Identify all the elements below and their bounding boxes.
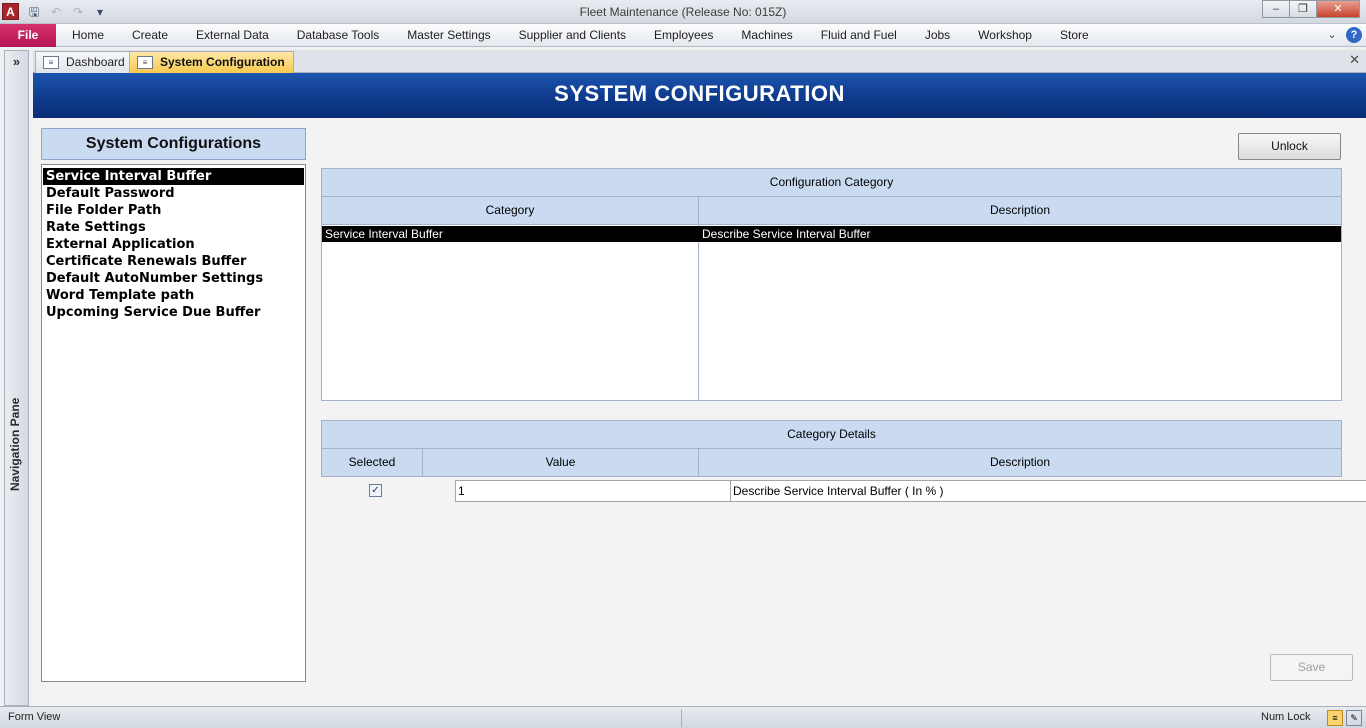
design-view-icon[interactable]: ✎ [1346, 710, 1362, 726]
minimize-button[interactable]: – [1262, 0, 1290, 18]
num-lock-indicator: Num Lock [1261, 711, 1311, 723]
list-item[interactable]: Word Template path [43, 287, 304, 304]
list-item[interactable]: Service Interval Buffer [43, 168, 304, 185]
ribbon-tab-supplier-and-clients[interactable]: Supplier and Clients [505, 24, 640, 47]
table-row[interactable]: Service Interval Buffer Describe Service… [322, 226, 1341, 242]
status-divider [681, 709, 682, 727]
expand-nav-pane-icon[interactable]: » [5, 54, 28, 69]
list-item[interactable]: Certificate Renewals Buffer [43, 253, 304, 270]
close-document-icon[interactable]: ✕ [1349, 52, 1360, 68]
column-header-value: Value [423, 449, 698, 477]
list-item[interactable]: Upcoming Service Due Buffer [43, 304, 304, 321]
ribbon-tab-employees[interactable]: Employees [640, 24, 727, 47]
list-item[interactable]: Default AutoNumber Settings [43, 270, 304, 287]
ribbon-tab-machines[interactable]: Machines [727, 24, 806, 47]
ribbon-tab-master-settings[interactable]: Master Settings [393, 24, 504, 47]
window-controls: – ❐ ✕ [1262, 0, 1360, 18]
list-item[interactable]: File Folder Path [43, 202, 304, 219]
column-header-description: Description [699, 197, 1341, 225]
ribbon-tabs: Home Create External Data Database Tools… [58, 24, 1103, 47]
value-input[interactable]: 1 [455, 480, 731, 502]
detail-description-input[interactable]: Describe Service Interval Buffer ( In % … [730, 480, 1366, 502]
row-category: Service Interval Buffer [325, 227, 443, 241]
column-header-category: Category [322, 197, 698, 225]
category-details-grid: Category Details Selected Value Descript… [321, 420, 1342, 477]
table-row: ✓ 1 Describe Service Interval Buffer ( I… [321, 478, 1366, 502]
file-tab[interactable]: File [0, 24, 56, 47]
window-title: Fleet Maintenance (Release No: 015Z) [579, 5, 787, 19]
form-icon: ≡ [137, 56, 153, 69]
save-button[interactable]: Save [1270, 654, 1353, 681]
ribbon-tab-home[interactable]: Home [58, 24, 118, 47]
document-tabs: ≡ Dashboard ≡ System Configuration ✕ [33, 50, 1366, 73]
ribbon-tab-create[interactable]: Create [118, 24, 182, 47]
column-header-description: Description [699, 449, 1341, 477]
form-view-icon[interactable]: ≡ [1327, 710, 1343, 726]
doc-tab-label: Dashboard [66, 55, 125, 69]
configuration-category-caption: Configuration Category [322, 169, 1341, 197]
navigation-pane[interactable]: » Navigation Pane [4, 50, 29, 706]
ribbon: File Home Create External Data Database … [0, 24, 1366, 47]
ribbon-expand-icon[interactable]: ⌄ [1324, 27, 1340, 43]
ribbon-tab-fluid-and-fuel[interactable]: Fluid and Fuel [807, 24, 911, 47]
form-banner: SYSTEM CONFIGURATION [33, 73, 1366, 118]
title-bar: A 🖫 ↶ ↷ ▾ Fleet Maintenance (Release No:… [0, 0, 1366, 24]
status-bar: Form View Num Lock ≡ ✎ [0, 706, 1366, 728]
row-description: Describe Service Interval Buffer [702, 227, 871, 241]
list-item[interactable]: Rate Settings [43, 219, 304, 236]
category-details-caption: Category Details [322, 421, 1341, 449]
view-status: Form View [8, 711, 61, 723]
column-divider [422, 449, 423, 477]
column-header-selected: Selected [322, 449, 422, 477]
doc-tab-system-configuration[interactable]: ≡ System Configuration [129, 51, 294, 73]
system-configuration-form: SYSTEM CONFIGURATION System Configuratio… [33, 73, 1366, 706]
configurations-list-title: System Configurations [41, 128, 306, 160]
list-item[interactable]: Default Password [43, 185, 304, 202]
form-icon: ≡ [43, 56, 59, 69]
ribbon-tab-external-data[interactable]: External Data [182, 24, 283, 47]
ribbon-tab-store[interactable]: Store [1046, 24, 1103, 47]
ribbon-tab-jobs[interactable]: Jobs [911, 24, 964, 47]
configurations-listbox[interactable]: Service Interval Buffer Default Password… [41, 164, 306, 682]
form-title: SYSTEM CONFIGURATION [554, 81, 845, 106]
doc-tab-label: System Configuration [160, 55, 285, 69]
maximize-button[interactable]: ❐ [1289, 0, 1317, 18]
ribbon-tab-workshop[interactable]: Workshop [964, 24, 1046, 47]
unlock-button[interactable]: Unlock [1238, 133, 1341, 160]
navigation-pane-label: Navigation Pane [8, 397, 22, 491]
close-button[interactable]: ✕ [1316, 0, 1360, 18]
column-divider [698, 449, 699, 477]
help-icon[interactable]: ? [1346, 27, 1362, 43]
doc-tab-dashboard[interactable]: ≡ Dashboard [35, 51, 134, 73]
configuration-category-grid: Configuration Category Category Descript… [321, 168, 1342, 401]
selected-checkbox[interactable]: ✓ [369, 484, 382, 497]
list-item[interactable]: External Application [43, 236, 304, 253]
ribbon-tab-database-tools[interactable]: Database Tools [283, 24, 394, 47]
